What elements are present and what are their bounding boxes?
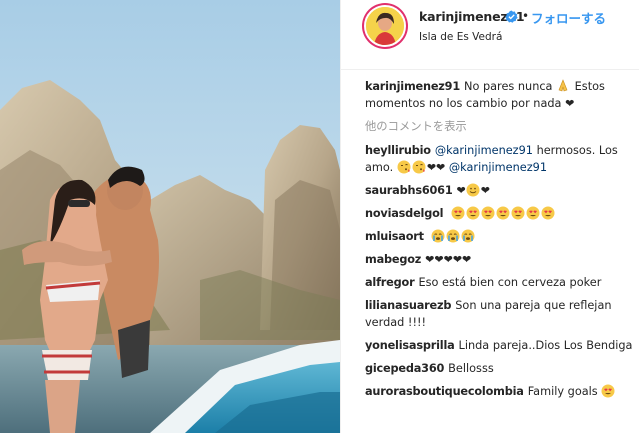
comment-username[interactable]: mabegoz <box>365 253 421 266</box>
heart-eyes-emoji-icon <box>481 206 495 220</box>
comment-item: alfregor Eso está bien con cerveza poker <box>365 274 637 291</box>
caption-username[interactable]: karinjimenez91 <box>365 80 460 93</box>
follow-button[interactable]: フォローする <box>531 8 606 27</box>
comment-text: Bellosss <box>448 362 494 375</box>
heart-eyes-emoji-icon <box>601 384 615 398</box>
heart-icons: ❤❤❤❤❤ <box>425 253 472 266</box>
post-photo-image <box>0 0 340 433</box>
face-blowing-kiss-emoji-icon <box>397 160 411 174</box>
caption-text-1: No pares nunca <box>464 80 553 93</box>
heart-icon: ❤ <box>480 184 490 197</box>
heart-eyes-emoji-icon <box>466 206 480 220</box>
heart-eyes-emoji-icon <box>496 206 510 220</box>
mention-link[interactable]: @karinjimenez91 <box>449 161 547 174</box>
comment-text: Linda pareja..Dios Los Bendiga <box>458 339 633 352</box>
folded-hands-emoji-icon <box>558 79 568 92</box>
comment-username[interactable]: mluisaort <box>365 230 424 243</box>
comment-item: mluisaort <box>365 228 637 245</box>
comment-list: karinjimenez91 No pares nunca Estos momen… <box>365 78 637 400</box>
crying-face-emoji-icon <box>446 229 460 243</box>
comment-username[interactable]: yonelisasprilla <box>365 339 455 352</box>
heart-icon: ❤ <box>565 97 575 110</box>
heart-eyes-emoji-icon <box>451 206 465 220</box>
comment-username[interactable]: noviasdelgol <box>365 207 444 220</box>
heart-eyes-emoji-icon <box>511 206 525 220</box>
comment-item: aurorasboutiquecolombia Family goals <box>365 383 637 400</box>
comment-username[interactable]: gicepeda360 <box>365 362 444 375</box>
avatar-image <box>364 5 406 47</box>
crying-emoji-row <box>431 229 476 243</box>
comment-username[interactable]: aurorasboutiquecolombia <box>365 385 524 398</box>
heart-eyes-emoji-icon <box>526 206 540 220</box>
comment-item: gicepeda360 Bellosss <box>365 360 637 377</box>
load-more-comments-button[interactable]: 他のコメントを表示 <box>365 118 637 134</box>
post-photo[interactable] <box>0 0 340 433</box>
comment-item: yonelisasprilla Linda pareja..Dios Los Be… <box>365 337 637 354</box>
heart-eyes-emoji-icon <box>541 206 555 220</box>
comment-item: saurabhs6061 ❤ ❤ <box>365 182 637 199</box>
comment-username[interactable]: lilianasuarezb <box>365 299 451 312</box>
post-header: karinjimenez91 • フォローする Isla de Es Vedrá <box>341 0 639 70</box>
header-separator: • <box>522 9 530 23</box>
smiling-face-emoji-icon <box>466 183 480 197</box>
face-blowing-kiss-emoji-icon <box>412 160 426 174</box>
caption: karinjimenez91 No pares nunca Estos momen… <box>365 78 637 112</box>
comment-text: Family goals <box>527 385 598 398</box>
post-side-panel: karinjimenez91 • フォローする Isla de Es Vedrá… <box>340 0 639 433</box>
location-link[interactable]: Isla de Es Vedrá <box>419 31 502 43</box>
crying-face-emoji-icon <box>431 229 445 243</box>
avatar[interactable] <box>362 3 408 49</box>
heart-eyes-emoji-row <box>451 206 556 220</box>
verified-badge-icon <box>505 10 518 23</box>
comment-text: Eso está bien con cerveza poker <box>418 276 602 289</box>
comment-item: heyllirubio @karinjimenez91 hermosos. Los… <box>365 142 637 176</box>
comment-item: mabegoz ❤❤❤❤❤ <box>365 251 637 268</box>
heart-icons: ❤❤ <box>426 161 446 174</box>
comment-username[interactable]: alfregor <box>365 276 415 289</box>
heart-icon: ❤ <box>456 184 466 197</box>
comment-username[interactable]: heyllirubio <box>365 144 431 157</box>
crying-face-emoji-icon <box>461 229 475 243</box>
comment-item: lilianasuarezb Son una pareja que refleja… <box>365 297 637 331</box>
comment-username[interactable]: saurabhs6061 <box>365 184 453 197</box>
mention-link[interactable]: @karinjimenez91 <box>435 144 533 157</box>
comment-item: noviasdelgol <box>365 205 637 222</box>
